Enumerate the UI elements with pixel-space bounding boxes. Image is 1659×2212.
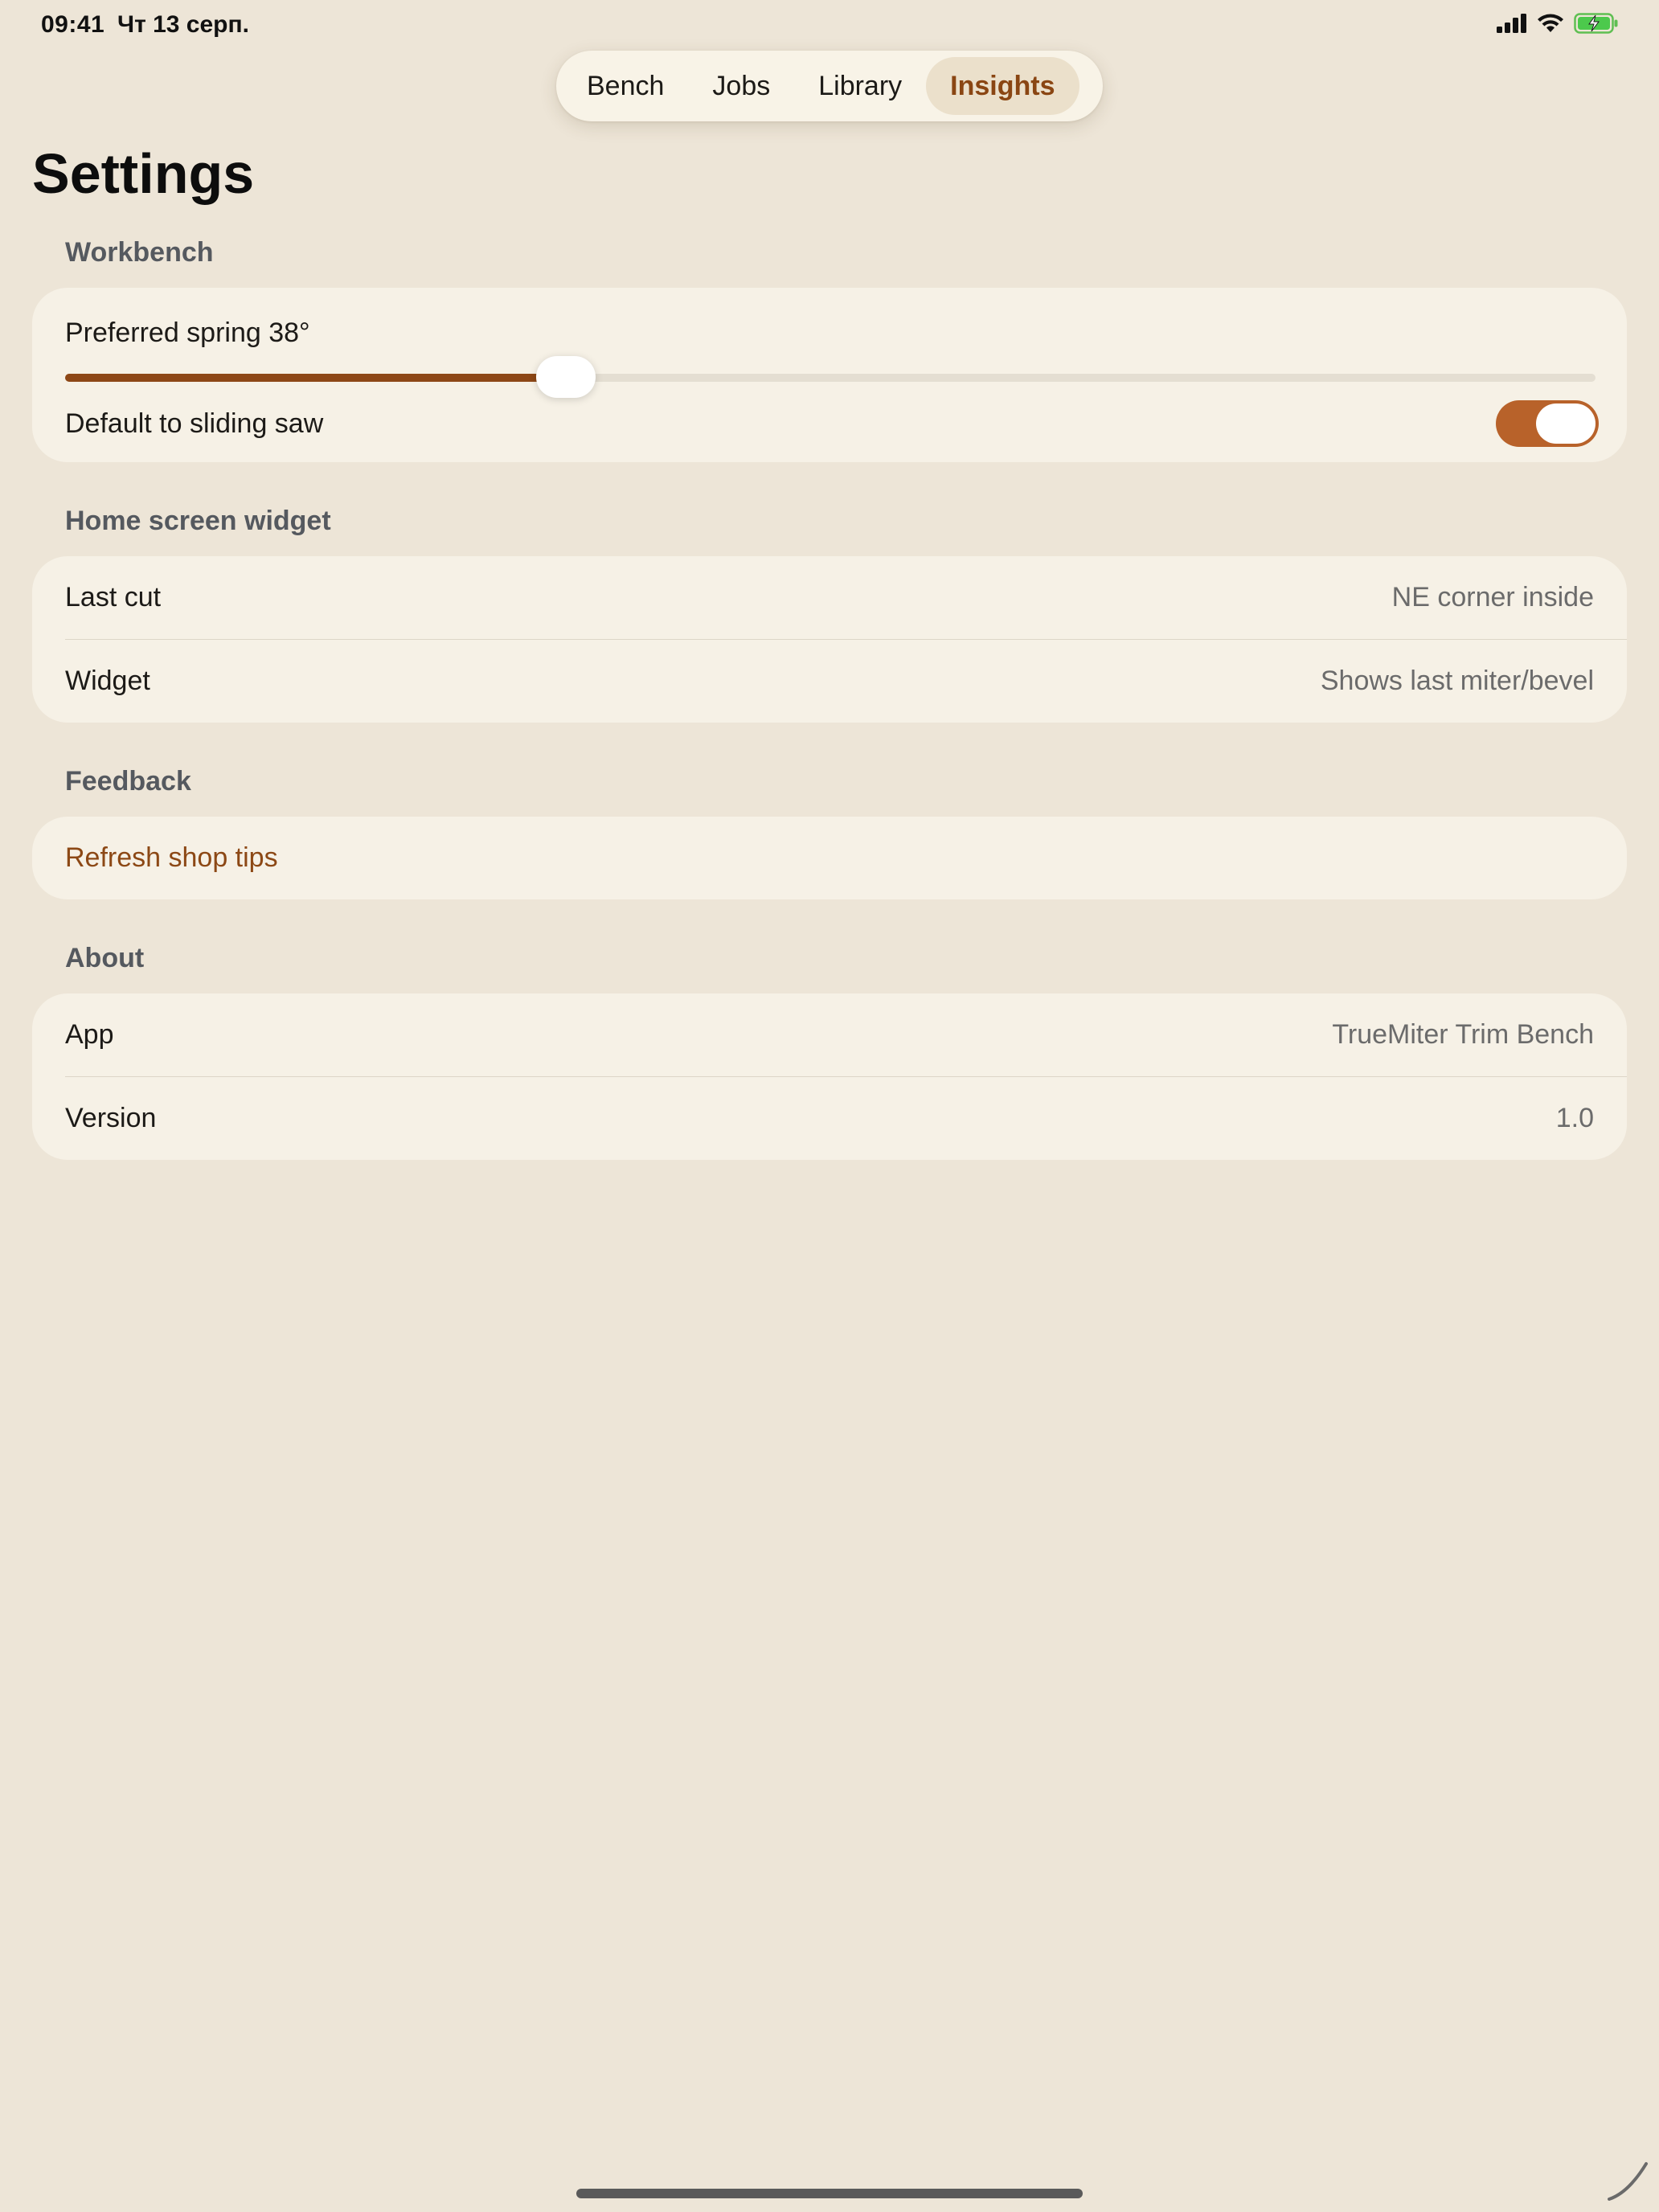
status-icons xyxy=(1497,13,1619,34)
spring-label: Preferred spring 38° xyxy=(65,317,310,348)
tab-bar: Bench Jobs Library Insights xyxy=(556,51,1103,121)
spring-slider[interactable] xyxy=(65,356,1596,398)
app-row: App TrueMiter Trim Bench xyxy=(65,993,1594,1076)
refresh-shop-tips-button[interactable]: Refresh shop tips xyxy=(65,842,278,874)
spring-slider-fill xyxy=(65,374,566,382)
section-header-widget: Home screen widget xyxy=(65,506,331,536)
status-bar: 09:41 Чт 13 серп. xyxy=(0,0,1659,51)
tab-library[interactable]: Library xyxy=(794,57,926,115)
sliding-saw-row: Default to sliding saw xyxy=(65,399,1594,448)
sliding-saw-toggle[interactable] xyxy=(1496,400,1599,447)
tab-bench[interactable]: Bench xyxy=(563,57,688,115)
last-cut-value: NE corner inside xyxy=(1391,582,1594,612)
section-header-workbench: Workbench xyxy=(65,237,214,268)
cellular-signal-icon xyxy=(1497,14,1526,33)
scribble-corner-icon xyxy=(1608,2162,1648,2201)
sliding-saw-label: Default to sliding saw xyxy=(65,408,324,439)
refresh-row[interactable]: Refresh shop tips xyxy=(65,817,1594,899)
page-title: Settings xyxy=(32,142,255,205)
app-label: App xyxy=(65,1019,114,1050)
widget-value: Shows last miter/bevel xyxy=(1320,666,1594,696)
status-date: Чт 13 серп. xyxy=(117,11,249,38)
version-label: Version xyxy=(65,1103,157,1133)
feedback-card: Refresh shop tips xyxy=(32,817,1627,899)
about-card: App TrueMiter Trim Bench Version 1.0 xyxy=(32,993,1627,1160)
status-time: 09:41 xyxy=(41,11,105,38)
version-row: Version 1.0 xyxy=(65,1077,1594,1160)
last-cut-row: Last cut NE corner inside xyxy=(65,556,1594,639)
workbench-card: Preferred spring 38° Default to sliding … xyxy=(32,288,1627,462)
battery-charging-icon xyxy=(1574,13,1618,34)
spring-row: Preferred spring 38° xyxy=(65,310,1594,355)
version-value: 1.0 xyxy=(1555,1103,1594,1133)
home-indicator[interactable] xyxy=(576,2189,1083,2198)
tab-insights[interactable]: Insights xyxy=(926,57,1079,115)
spring-slider-thumb[interactable] xyxy=(535,356,596,398)
last-cut-label: Last cut xyxy=(65,582,162,612)
tab-jobs[interactable]: Jobs xyxy=(688,57,794,115)
wifi-icon xyxy=(1538,14,1563,32)
widget-card: Last cut NE corner inside Widget Shows l… xyxy=(32,556,1627,723)
widget-row: Widget Shows last miter/bevel xyxy=(65,640,1594,723)
toggle-knob xyxy=(1536,403,1596,444)
widget-label: Widget xyxy=(65,666,150,696)
section-header-about: About xyxy=(65,943,145,973)
section-header-feedback: Feedback xyxy=(65,766,191,797)
app-value: TrueMiter Trim Bench xyxy=(1332,1019,1594,1050)
